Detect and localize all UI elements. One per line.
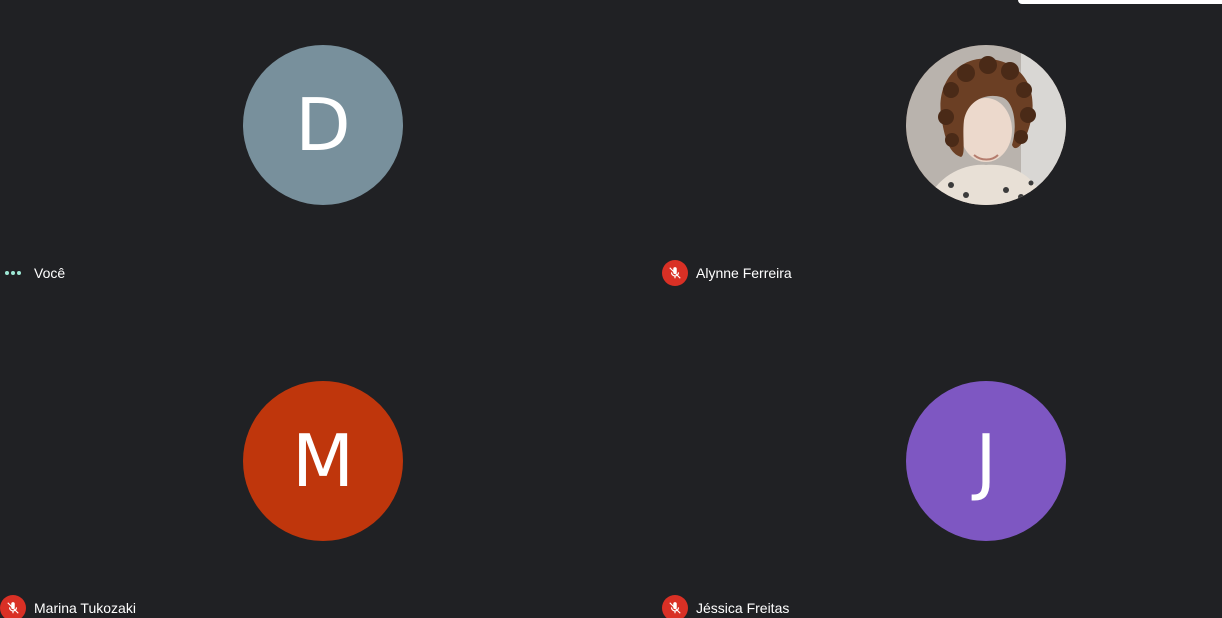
participant-tile-jessica-freitas[interactable]: J Jéssica Freitas (662, 336, 1222, 618)
participant-name: Você (34, 265, 66, 281)
participant-avatar: J (906, 381, 1066, 541)
participant-avatar: D (243, 45, 403, 205)
mic-off-icon (0, 595, 26, 618)
participant-name: Alynne Ferreira (696, 265, 792, 281)
avatar-initial: D (295, 83, 351, 167)
participant-tile-marina-tukozaki[interactable]: M Marina Tukozaki (0, 336, 645, 618)
audio-level-icon (0, 260, 26, 286)
participant-photo-avatar (906, 45, 1066, 205)
mic-off-icon (662, 595, 688, 618)
participant-nameplate: Marina Tukozaki (0, 595, 136, 618)
participant-name: Marina Tukozaki (34, 600, 136, 616)
participant-nameplate: Alynne Ferreira (662, 260, 792, 286)
mic-off-icon (662, 260, 688, 286)
profile-photo (906, 45, 1066, 205)
participant-tile-alynne-ferreira[interactable]: Alynne Ferreira (662, 0, 1222, 300)
participant-nameplate: Jéssica Freitas (662, 595, 790, 618)
participant-avatar: M (243, 381, 403, 541)
participant-nameplate: Você (0, 261, 65, 285)
avatar-initial: J (975, 419, 997, 503)
participant-tile-voce[interactable]: D Você (0, 0, 645, 300)
participant-name: Jéssica Freitas (696, 600, 790, 616)
avatar-initial: M (291, 419, 355, 503)
meeting-grid: D Você Alynne Ferreira M Marina Tukozaki… (0, 0, 1222, 618)
